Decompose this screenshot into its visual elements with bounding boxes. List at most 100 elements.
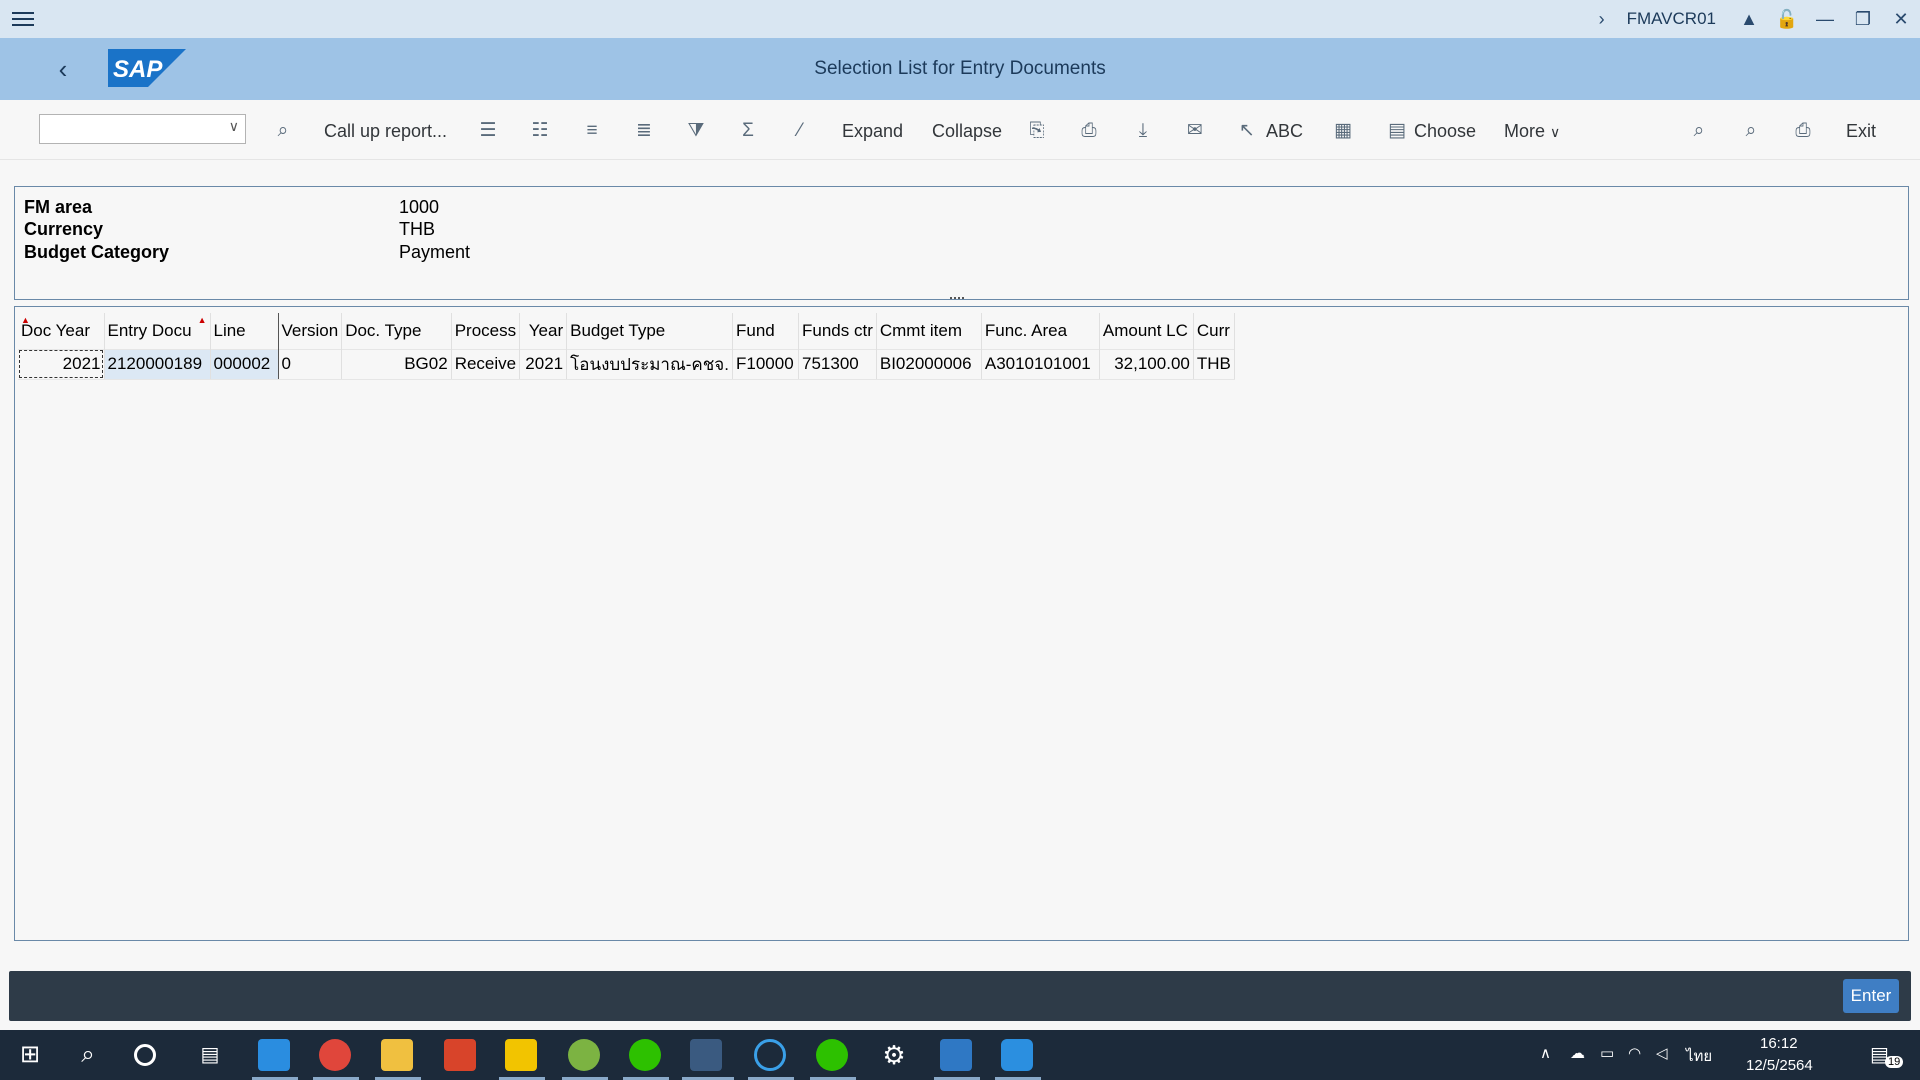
chevron-right-icon[interactable]: ›: [1583, 9, 1621, 30]
details-list-icon[interactable]: ☷: [525, 116, 555, 146]
shell-actions: › FMAVCR01 ▲ 🔓 — ❐ ✕: [1583, 0, 1920, 38]
sum-icon[interactable]: Σ: [733, 116, 763, 146]
column-header[interactable]: ▲ Doc Year: [18, 313, 105, 349]
table-cell[interactable]: F10000: [732, 348, 799, 380]
table-cell[interactable]: 2021: [519, 348, 568, 380]
clock-date[interactable]: 12/5/2564: [1746, 1057, 1813, 1074]
more-button[interactable]: More ∨: [1504, 118, 1560, 144]
table-cell[interactable]: 000002: [210, 348, 279, 380]
column-header[interactable]: Func. Area: [981, 313, 1100, 349]
office-icon[interactable]: [444, 1039, 476, 1071]
wifi-icon[interactable]: ◠: [1628, 1044, 1641, 1062]
abc-button[interactable]: ABC: [1266, 118, 1303, 144]
chevron-down-icon: ∨: [228, 118, 239, 134]
column-header[interactable]: ▲ Entry Docu: [104, 313, 211, 349]
column-header[interactable]: Funds ctr: [798, 313, 877, 349]
print-icon[interactable]: ⎙: [1788, 116, 1818, 146]
search-icon[interactable]: ⌕: [1684, 116, 1714, 146]
download-icon[interactable]: ⤓: [1128, 116, 1158, 146]
column-header[interactable]: Doc. Type: [341, 313, 452, 349]
table-row[interactable]: 2021 2120000189 000002 0 BG02 Receive 20…: [18, 348, 1235, 380]
column-header[interactable]: Amount LC: [1099, 313, 1194, 349]
zoom-icon[interactable]: ⌕: [268, 116, 298, 146]
file-explorer-icon[interactable]: [381, 1039, 413, 1071]
choose-button[interactable]: Choose: [1414, 118, 1476, 144]
table-cell[interactable]: BI02000006: [876, 348, 982, 380]
column-header[interactable]: Cmmt item: [876, 313, 982, 349]
search-next-icon[interactable]: ⌕: [1736, 116, 1766, 146]
warning-icon[interactable]: ▲: [1730, 9, 1768, 30]
column-header[interactable]: Version: [278, 313, 343, 349]
sort-ascending-icon[interactable]: ≡: [577, 116, 607, 146]
column-header[interactable]: Year: [519, 313, 568, 349]
cortana-icon[interactable]: [134, 1044, 156, 1066]
clock-time[interactable]: 16:12: [1760, 1035, 1798, 1052]
abc-analysis-icon[interactable]: ↖: [1232, 116, 1262, 146]
column-header[interactable]: Fund: [732, 313, 799, 349]
layout-select[interactable]: ∨: [39, 114, 246, 144]
expand-button[interactable]: Expand: [842, 118, 903, 144]
grid-view-icon[interactable]: ▦: [1328, 116, 1358, 146]
table-cell[interactable]: A3010101001: [981, 348, 1100, 380]
line-icon[interactable]: [816, 1039, 848, 1071]
column-header[interactable]: Budget Type: [566, 313, 733, 349]
sap-logon-icon[interactable]: [690, 1039, 722, 1071]
filter-icon[interactable]: ⧩: [681, 116, 711, 146]
column-label: Amount LC: [1102, 320, 1188, 340]
info-value: 1000: [399, 197, 440, 217]
table-cell[interactable]: 751300: [798, 348, 877, 380]
table-cell[interactable]: 32,100.00: [1099, 348, 1194, 380]
mail-icon[interactable]: ✉: [1180, 116, 1210, 146]
column-label: Line: [213, 320, 246, 340]
minimize-icon[interactable]: —: [1806, 9, 1844, 30]
table-cell[interactable]: โอนงบประมาณ-คชจ.: [566, 348, 733, 380]
close-icon[interactable]: ✕: [1882, 9, 1920, 30]
splitter-handle[interactable]: [950, 297, 964, 301]
language-indicator[interactable]: ไทย: [1686, 1044, 1712, 1068]
table-cell[interactable]: 2021: [18, 348, 105, 380]
exit-button[interactable]: Exit: [1846, 118, 1876, 144]
restore-icon[interactable]: ❐: [1844, 9, 1882, 30]
chrome-icon[interactable]: [319, 1039, 351, 1071]
lock-icon[interactable]: 🔓: [1768, 9, 1806, 30]
word-export-icon[interactable]: ⎙: [1074, 116, 1104, 146]
enter-button[interactable]: Enter: [1843, 979, 1899, 1013]
menu-icon[interactable]: [12, 8, 34, 30]
choose-layout-icon[interactable]: ▤: [1382, 116, 1412, 146]
cloud-icon[interactable]: ☁: [1570, 1044, 1585, 1062]
sticky-notes-icon[interactable]: [505, 1039, 537, 1071]
system-tray: ∧ ☁ ▭ ◠ ◁ ไทย 16:12 12/5/2564 ▤ 19: [1540, 1030, 1920, 1080]
windows-start-icon[interactable]: ⊞: [14, 1039, 46, 1071]
collapse-button[interactable]: Collapse: [932, 118, 1002, 144]
battery-icon[interactable]: ▭: [1600, 1044, 1614, 1062]
table-cell[interactable]: 0: [278, 348, 343, 380]
utorrent-icon[interactable]: [568, 1039, 600, 1071]
column-header[interactable]: Process: [451, 313, 521, 349]
volume-icon[interactable]: ◁: [1656, 1044, 1668, 1062]
settings-icon[interactable]: ⚙: [878, 1039, 910, 1071]
column-header[interactable]: Curr: [1193, 313, 1235, 349]
page-title: Selection List for Entry Documents: [814, 58, 1106, 79]
call-up-report-button[interactable]: Call up report...: [324, 118, 447, 144]
table-cell[interactable]: THB: [1193, 348, 1235, 380]
teamviewer-icon[interactable]: [1001, 1039, 1033, 1071]
sort-descending-icon[interactable]: ≣: [629, 116, 659, 146]
photos-icon[interactable]: [940, 1039, 972, 1071]
chevron-up-icon[interactable]: ∧: [1540, 1044, 1551, 1062]
select-all-icon[interactable]: ☰: [473, 116, 503, 146]
line-icon[interactable]: [629, 1039, 661, 1071]
search-icon[interactable]: ⌕: [72, 1039, 104, 1071]
table-cell[interactable]: Receive: [451, 348, 521, 380]
task-view-icon[interactable]: ▤: [194, 1039, 226, 1071]
info-label: FM area: [24, 197, 93, 217]
windows-taskbar: ⊞ ⌕ ▤ ⚙ ∧ ☁ ▭ ◠ ◁ ไทย 16:12 12/5/2564 ▤ …: [0, 1030, 1920, 1080]
column-header[interactable]: Line: [210, 313, 279, 349]
subtotal-icon[interactable]: ⁄: [785, 116, 815, 146]
excel-export-icon[interactable]: ⎘: [1022, 116, 1052, 146]
info-value: THB: [399, 219, 435, 239]
vscode-icon[interactable]: [258, 1039, 290, 1071]
sap-gui-icon[interactable]: [754, 1039, 786, 1071]
results-grid: ▲ Doc Year ▲ Entry Docu Line Version Doc. …: [14, 306, 1909, 941]
table-cell[interactable]: BG02: [341, 348, 452, 380]
table-cell[interactable]: 2120000189: [104, 348, 211, 380]
